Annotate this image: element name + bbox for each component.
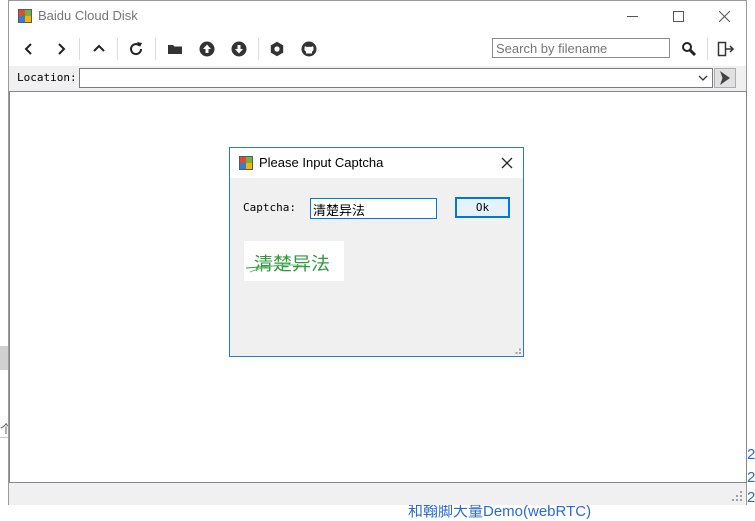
upload-button[interactable]	[195, 37, 219, 61]
background-link-fragment: 2.	[747, 469, 755, 486]
toolbar-separator	[155, 38, 156, 60]
github-button[interactable]	[297, 37, 321, 61]
settings-button[interactable]	[265, 37, 289, 61]
github-icon	[301, 41, 317, 57]
up-button[interactable]	[87, 37, 111, 61]
background-link-fragment: 2.	[747, 446, 755, 463]
download-icon	[231, 41, 247, 57]
background-scrollbar-fragment	[0, 346, 8, 370]
refresh-button[interactable]	[124, 37, 148, 61]
toolbar-separator	[117, 38, 118, 60]
up-icon	[93, 44, 105, 52]
ok-button[interactable]: Ok	[455, 197, 510, 218]
captcha-label: Captcha:	[243, 201, 296, 214]
toolbar	[9, 32, 746, 66]
close-button[interactable]	[701, 1, 747, 32]
dialog-app-icon	[239, 156, 253, 170]
captcha-image[interactable]: 清楚异法	[244, 241, 344, 281]
minimize-icon	[626, 16, 638, 17]
chevron-down-icon[interactable]	[698, 74, 708, 82]
background-divider	[0, 437, 8, 438]
dialog-close-button[interactable]	[497, 153, 517, 173]
forward-button[interactable]	[49, 37, 73, 61]
close-icon	[501, 157, 513, 169]
minimize-button[interactable]	[609, 1, 655, 32]
dialog-resize-grip-icon[interactable]	[512, 345, 521, 354]
back-button[interactable]	[17, 37, 41, 61]
go-button[interactable]	[714, 68, 736, 88]
toolbar-separator	[258, 38, 259, 60]
title-bar: Baidu Cloud Disk	[9, 1, 746, 32]
captcha-dialog: Please Input Captcha Captcha: 清楚异法 Ok 清楚…	[229, 147, 524, 357]
settings-icon	[270, 41, 284, 57]
status-bar	[9, 484, 746, 505]
location-bar: Location:	[9, 66, 746, 90]
folder-icon	[168, 45, 182, 54]
upload-icon	[199, 41, 215, 57]
toolbar-separator	[707, 38, 708, 60]
search-icon	[682, 42, 697, 57]
back-icon	[24, 43, 32, 55]
logout-button[interactable]	[714, 37, 738, 61]
dialog-title: Please Input Captcha	[259, 155, 384, 170]
window-title: Baidu Cloud Disk	[38, 8, 138, 23]
search-button[interactable]	[677, 37, 701, 61]
logout-icon	[717, 41, 735, 57]
search-input[interactable]	[492, 38, 670, 58]
toolbar-separator	[79, 38, 80, 60]
app-icon	[18, 9, 32, 23]
dialog-title-bar: Please Input Captcha	[230, 148, 523, 178]
new-folder-button[interactable]	[163, 37, 187, 61]
download-button[interactable]	[227, 37, 251, 61]
maximize-button[interactable]	[655, 1, 701, 32]
go-arrow-icon	[720, 71, 730, 85]
refresh-icon	[130, 42, 143, 56]
location-label: Location:	[17, 71, 77, 84]
captcha-input[interactable]: 清楚异法	[310, 198, 437, 219]
background-link-fragment: 2.	[747, 489, 755, 506]
maximize-icon	[672, 11, 684, 22]
close-icon	[718, 11, 730, 22]
resize-grip-icon[interactable]	[732, 491, 743, 502]
location-combobox[interactable]	[79, 68, 713, 88]
forward-icon	[58, 43, 66, 55]
